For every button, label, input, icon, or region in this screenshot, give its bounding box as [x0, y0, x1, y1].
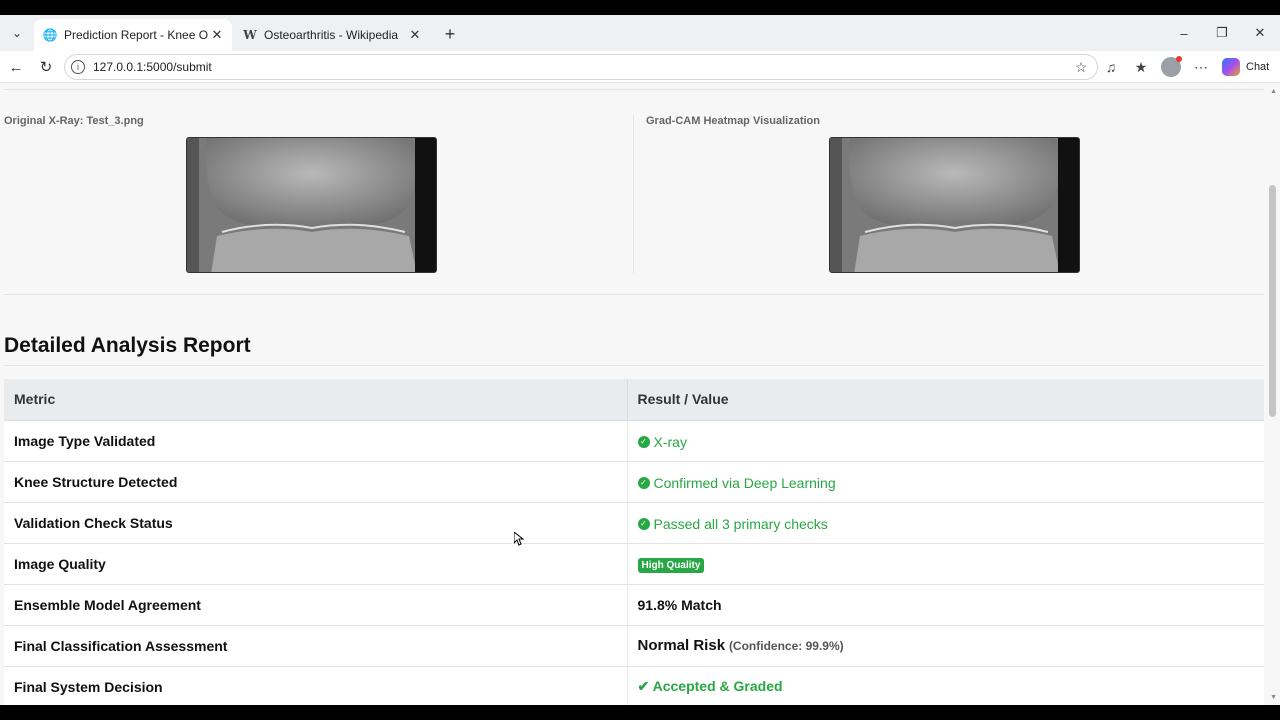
result-cell: 91.8% Match [627, 584, 1264, 626]
analysis-table: Metric Result / Value Image Type Validat… [4, 379, 1264, 705]
check-circle-icon: ✓ [637, 476, 650, 489]
mouse-cursor-icon [514, 532, 524, 546]
check-circle-icon: ✓ [637, 435, 650, 448]
table-row: Ensemble Model Agreement 91.8% Match [4, 584, 1264, 626]
vertical-scrollbar[interactable]: ▲ ▼ [1265, 84, 1280, 705]
table-row: Validation Check Status ✓ Passed all 3 pr… [4, 502, 1264, 544]
new-tab-icon[interactable]: + [440, 24, 460, 44]
close-tab-icon[interactable]: ✕ [406, 26, 424, 44]
result-text: Passed all 3 primary checks [653, 515, 828, 532]
metric-cell: Final Classification Assessment [4, 625, 628, 667]
reload-icon[interactable]: ↻ [36, 57, 56, 77]
profile-notification-dot [1176, 56, 1182, 62]
result-cell: ✔ Accepted & Graded [627, 666, 1264, 705]
address-bar[interactable]: i 127.0.0.1:5000/submit ☆ [64, 54, 1098, 80]
metric-cell: Image Quality [4, 543, 628, 585]
metric-cell: Image Type Validated [4, 420, 628, 462]
restore-icon[interactable]: ❐ [1210, 23, 1234, 43]
check-circle-icon: ✓ [637, 517, 650, 530]
metric-cell: Validation Check Status [4, 502, 628, 544]
table-row: Knee Structure Detected ✓ Confirmed via D… [4, 461, 1264, 503]
media-icon[interactable]: ♫ [1101, 57, 1121, 77]
gradcam-heatmap-image [829, 137, 1080, 273]
wikipedia-icon: W [243, 28, 257, 42]
report-title: Detailed Analysis Report [4, 334, 251, 357]
table-header-row: Metric Result / Value [4, 379, 1264, 421]
result-cell: High Quality [627, 543, 1264, 585]
heatmap-panel: Grad-CAM Heatmap Visualization [646, 115, 1264, 273]
table-row: Final System Decision ✔ Accepted & Grade… [4, 666, 1264, 705]
panel-divider [633, 115, 634, 273]
metric-cell: Final System Decision [4, 666, 628, 705]
site-info-icon[interactable]: i [71, 60, 85, 74]
scroll-down-icon[interactable]: ▼ [1270, 694, 1277, 701]
heatmap-label: Grad-CAM Heatmap Visualization [646, 115, 820, 127]
tab-wikipedia[interactable]: W Osteoarthritis - Wikipedia ✕ [234, 19, 430, 51]
result-cell: ✓ X-ray [627, 420, 1264, 462]
result-text: Confirmed via Deep Learning [653, 474, 836, 491]
result-cell: Normal Risk (Confidence: 99.9%) [627, 625, 1264, 667]
tab-actions-menu-icon[interactable]: ⌄ [6, 23, 28, 43]
quality-badge: High Quality [637, 557, 705, 573]
address-toolbar: ← ↻ i 127.0.0.1:5000/submit ☆ ♫ ★ ⋯ Chat [0, 51, 1280, 83]
copilot-icon [1222, 58, 1240, 76]
browser-window: ⌄ 🌐 Prediction Report - Knee Osteoart ✕ … [0, 15, 1280, 705]
close-window-icon[interactable]: ✕ [1248, 23, 1272, 43]
favorites-icon[interactable]: ★ [1131, 57, 1151, 77]
tab-strip: ⌄ 🌐 Prediction Report - Knee Osteoart ✕ … [0, 15, 1280, 51]
result-text: X-ray [653, 433, 687, 450]
table-row: Image Quality High Quality [4, 543, 1264, 585]
divider [4, 89, 1264, 90]
result-cell: ✓ Passed all 3 primary checks [627, 502, 1264, 544]
metric-cell: Ensemble Model Agreement [4, 584, 628, 626]
original-xray-label: Original X-Ray: Test_3.png [4, 115, 144, 127]
scroll-thumb[interactable] [1269, 185, 1276, 417]
metric-cell: Knee Structure Detected [4, 461, 628, 503]
result-column-header: Result / Value [627, 379, 1264, 421]
confidence-text: (Confidence: 99.9%) [728, 639, 844, 653]
decision-text: Accepted & Graded [652, 678, 783, 694]
globe-icon: 🌐 [42, 28, 58, 42]
favorite-star-icon[interactable]: ☆ [1071, 59, 1091, 76]
close-tab-icon[interactable]: ✕ [208, 26, 226, 44]
back-icon[interactable]: ← [6, 57, 26, 77]
original-xray-image [186, 137, 437, 273]
more-options-icon[interactable]: ⋯ [1191, 57, 1211, 77]
scroll-up-icon[interactable]: ▲ [1270, 88, 1277, 95]
page-viewport: Original X-Ray: Test_3.png Grad-CAM Heat… [0, 84, 1280, 705]
risk-level: Normal Risk [637, 637, 726, 654]
url-text: 127.0.0.1:5000/submit [93, 60, 212, 74]
metric-column-header: Metric [4, 379, 628, 421]
tab-prediction-report[interactable]: 🌐 Prediction Report - Knee Osteoart ✕ [34, 19, 232, 51]
table-row: Final Classification Assessment Normal R… [4, 625, 1264, 667]
tab-label: Prediction Report - Knee Osteoart [64, 28, 208, 42]
table-row: Image Type Validated ✓ X-ray [4, 420, 1264, 462]
checkmark-icon: ✔ [637, 678, 650, 694]
minimize-icon[interactable]: – [1172, 23, 1196, 43]
copilot-label: Chat [1246, 61, 1270, 73]
divider [4, 294, 1264, 295]
divider [4, 365, 1264, 366]
report-page: Original X-Ray: Test_3.png Grad-CAM Heat… [0, 84, 1265, 705]
copilot-chat-button[interactable]: Chat [1222, 56, 1269, 78]
tab-label: Osteoarthritis - Wikipedia [264, 28, 399, 42]
result-cell: ✓ Confirmed via Deep Learning [627, 461, 1264, 503]
original-xray-panel: Original X-Ray: Test_3.png [4, 115, 630, 273]
